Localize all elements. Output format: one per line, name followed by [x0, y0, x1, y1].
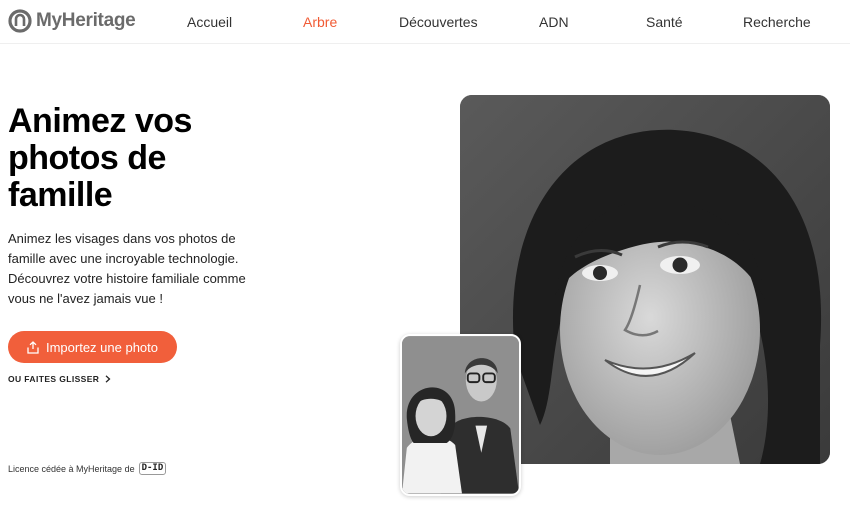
- nav-accueil[interactable]: Accueil: [187, 14, 232, 30]
- hero-description: Animez les visages dans vos photos de fa…: [8, 231, 246, 306]
- license-text: Licence cédée à MyHeritage de: [8, 463, 135, 474]
- upload-icon: [27, 340, 39, 354]
- nav-decouvertes[interactable]: Découvertes: [399, 14, 478, 30]
- logo-text: MyHeritage: [36, 10, 136, 31]
- myheritage-logo[interactable]: MyHeritage: [8, 9, 136, 33]
- chevron-right-icon: [105, 375, 111, 383]
- nav-recherche[interactable]: Recherche: [743, 14, 811, 30]
- drag-link-label: OU FAITES GLISSER: [8, 374, 100, 384]
- import-photo-button[interactable]: Importez une photo: [8, 331, 177, 363]
- drag-and-drop-link[interactable]: OU FAITES GLISSER: [8, 374, 111, 384]
- import-photo-label: Importez une photo: [45, 339, 159, 355]
- top-navigation-bar: MyHeritage Accueil Arbre Découvertes ADN…: [0, 0, 850, 44]
- license-notice: Licence cédée à MyHeritage de D-ID: [8, 462, 167, 475]
- original-couple-photo: [400, 334, 521, 496]
- nav-adn[interactable]: ADN: [539, 14, 569, 30]
- nav-arbre[interactable]: Arbre: [303, 14, 337, 30]
- d-id-logo: D-ID: [138, 462, 167, 475]
- nav-sante[interactable]: Santé: [646, 14, 683, 30]
- myheritage-logo-icon: [8, 9, 32, 33]
- couple-photo-image: [402, 336, 519, 494]
- page-title: Animez vos photos de famille: [8, 102, 192, 214]
